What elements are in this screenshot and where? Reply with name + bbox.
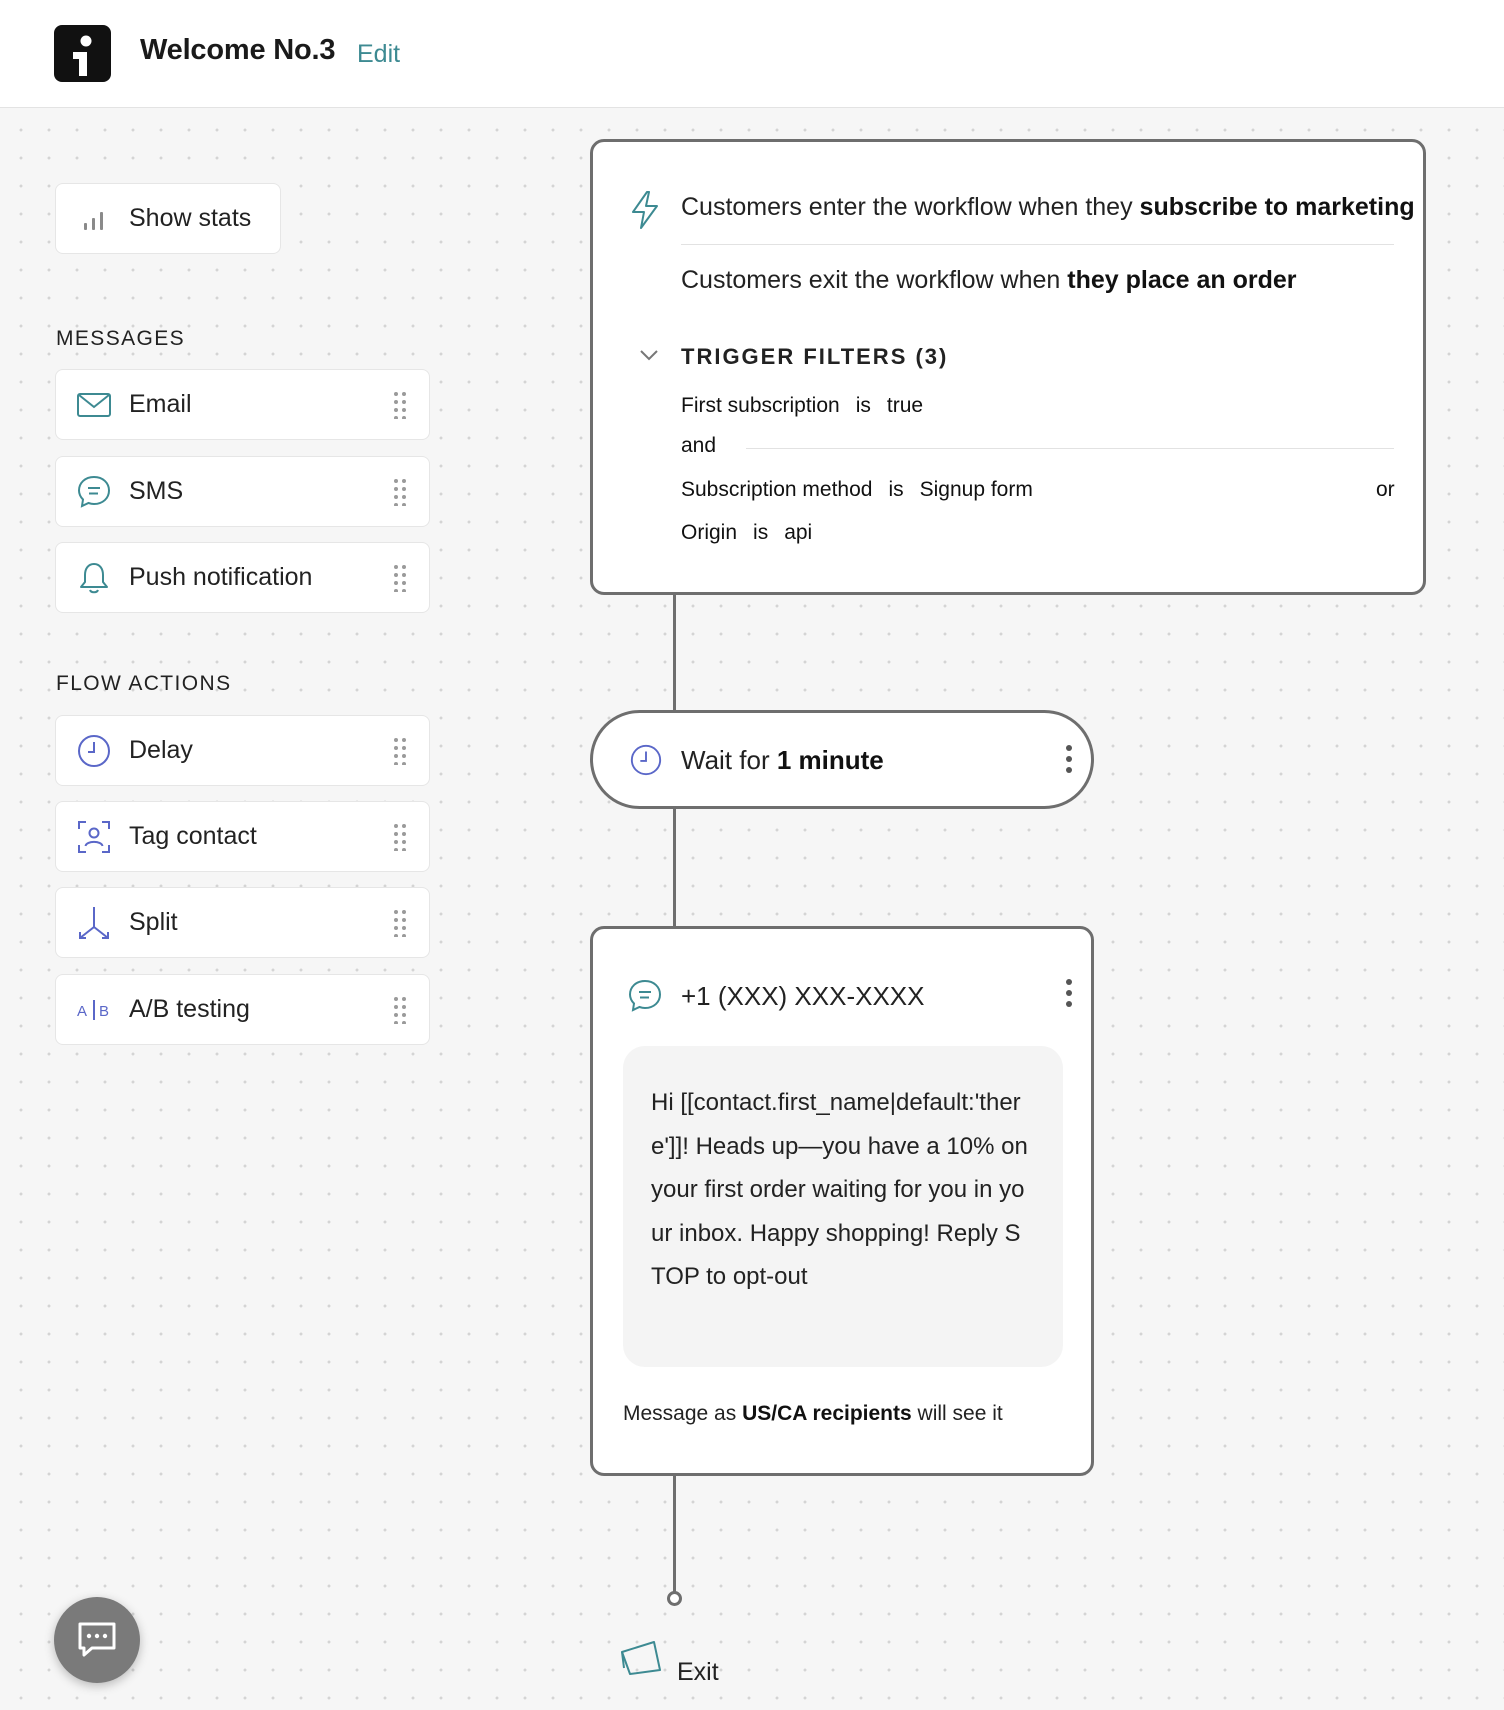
svg-text:A: A (77, 1003, 87, 1020)
palette-item-email[interactable]: Email (55, 369, 430, 440)
clock-icon (78, 735, 110, 767)
chevron-down-icon[interactable] (639, 348, 659, 362)
workflow-title: Welcome No.3 (140, 34, 336, 66)
flag-icon (621, 1641, 661, 1675)
flow-end-node (667, 1591, 682, 1606)
drag-handle-icon[interactable] (393, 478, 407, 506)
top-bar: Welcome No.3 Edit (0, 0, 1504, 108)
bell-icon (80, 563, 108, 594)
more-options-icon[interactable] (1064, 745, 1074, 779)
palette-item-label: SMS (129, 477, 184, 505)
trigger-card[interactable]: Customers enter the workflow when they s… (590, 139, 1426, 595)
drag-handle-icon[interactable] (393, 564, 407, 592)
palette-item-label: Delay (129, 736, 193, 764)
exit-label: Exit (677, 1658, 719, 1686)
sms-sender-number: +1 (XXX) XXX-XXXX (681, 981, 925, 1011)
wait-step-label: Wait for 1 minute (681, 745, 884, 775)
palette-item-delay[interactable]: Delay (55, 715, 430, 786)
flow-connector (673, 809, 676, 926)
edit-title-link[interactable]: Edit (357, 40, 400, 69)
divider (681, 244, 1394, 245)
sms-recipient-note: Message as US/CA recipients will see it (623, 1402, 1003, 1425)
divider (746, 448, 1394, 449)
palette-item-label: Split (129, 908, 178, 936)
flow-connector (673, 595, 676, 710)
trigger-exit-condition: Customers exit the workflow when they pl… (681, 266, 1297, 294)
drag-handle-icon[interactable] (393, 823, 407, 851)
drag-handle-icon[interactable] (393, 391, 407, 419)
filter-row: First subscription is true (681, 394, 924, 417)
flow-connector (673, 1476, 676, 1592)
palette-item-label: Tag contact (129, 822, 257, 850)
show-stats-button[interactable]: Show stats (55, 183, 281, 254)
filter-row: Origin is api (681, 521, 813, 544)
palette-item-label: A/B testing (129, 995, 250, 1023)
filter-or-label: or (1376, 478, 1395, 501)
chat-icon (78, 1622, 116, 1657)
drag-handle-icon[interactable] (393, 996, 407, 1024)
chat-bubble-icon (77, 475, 111, 508)
svg-text:B: B (99, 1003, 109, 1020)
show-stats-label: Show stats (129, 204, 252, 232)
envelope-icon (77, 393, 111, 417)
tag-contact-icon (78, 821, 110, 853)
clock-icon (630, 744, 662, 776)
ab-test-icon: A B (77, 1000, 109, 1020)
palette-item-label: Email (129, 390, 192, 418)
chat-bubble-icon (628, 979, 662, 1012)
wait-step-card[interactable]: Wait for 1 minute (590, 710, 1094, 809)
trigger-enter-condition: Customers enter the workflow when they s… (681, 193, 1415, 221)
lightning-icon (632, 191, 658, 229)
flow-actions-section-title: FLOW ACTIONS (56, 672, 232, 695)
filter-row: Subscription method is Signup form (681, 478, 1033, 501)
drag-handle-icon[interactable] (393, 909, 407, 937)
drag-handle-icon[interactable] (393, 737, 407, 765)
chat-support-button[interactable] (54, 1597, 140, 1683)
palette-item-sms[interactable]: SMS (55, 456, 430, 527)
messages-section-title: MESSAGES (56, 327, 186, 350)
app-logo-icon[interactable] (54, 25, 111, 82)
palette-item-ab-testing[interactable]: A B A/B testing (55, 974, 430, 1045)
palette-item-label: Push notification (129, 563, 313, 591)
palette-item-push-notification[interactable]: Push notification (55, 542, 430, 613)
more-options-icon[interactable] (1064, 979, 1074, 1013)
split-icon (79, 907, 109, 939)
trigger-filters-toggle[interactable]: TRIGGER FILTERS (3) (681, 344, 948, 370)
palette-item-tag-contact[interactable]: Tag contact (55, 801, 430, 872)
stats-bars-icon (84, 212, 103, 230)
filter-and-label: and (681, 434, 717, 457)
sms-step-card[interactable]: +1 (XXX) XXX-XXXX Hi [[contact.first_nam… (590, 926, 1094, 1476)
sms-message-preview: Hi [[contact.first_name|default:'there']… (623, 1046, 1063, 1367)
palette-item-split[interactable]: Split (55, 887, 430, 958)
